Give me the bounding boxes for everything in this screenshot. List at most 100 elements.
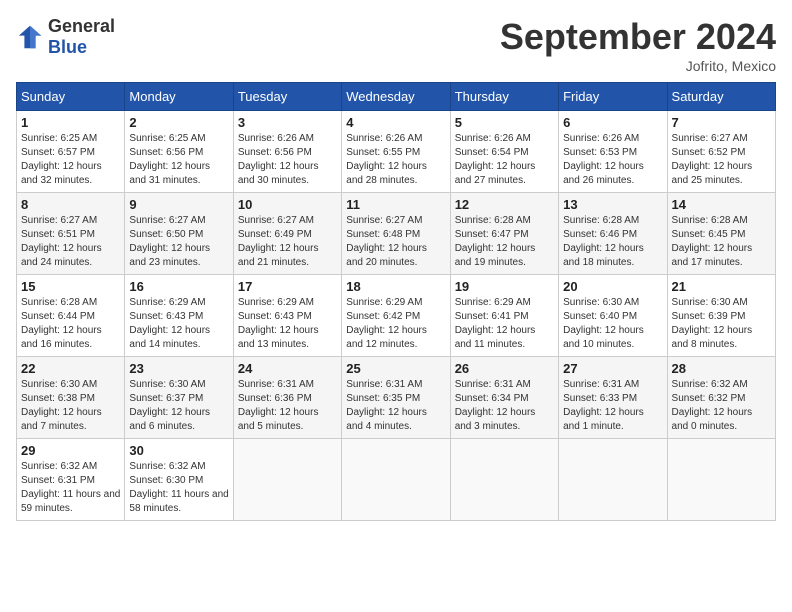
calendar-cell: 4 Sunrise: 6:26 AMSunset: 6:55 PMDaylight… [342, 111, 450, 193]
day-info: Sunrise: 6:26 AMSunset: 6:56 PMDaylight:… [238, 132, 337, 188]
logo-blue: Blue [48, 37, 87, 57]
day-number: 18 [346, 279, 445, 294]
day-number: 9 [129, 197, 228, 212]
col-thursday: Thursday [450, 83, 558, 111]
calendar-cell: 17 Sunrise: 6:29 AMSunset: 6:43 PMDayligh… [233, 275, 341, 357]
day-info: Sunrise: 6:27 AMSunset: 6:49 PMDaylight:… [238, 214, 337, 270]
calendar-cell: 28 Sunrise: 6:32 AMSunset: 6:32 PMDayligh… [667, 357, 775, 439]
day-info: Sunrise: 6:26 AMSunset: 6:54 PMDaylight:… [455, 132, 554, 188]
day-info: Sunrise: 6:31 AMSunset: 6:35 PMDaylight:… [346, 378, 445, 434]
day-info: Sunrise: 6:30 AMSunset: 6:38 PMDaylight:… [21, 378, 120, 434]
calendar-cell: 7 Sunrise: 6:27 AMSunset: 6:52 PMDaylight… [667, 111, 775, 193]
day-number: 2 [129, 115, 228, 130]
day-info: Sunrise: 6:29 AMSunset: 6:41 PMDaylight:… [455, 296, 554, 352]
day-info: Sunrise: 6:31 AMSunset: 6:33 PMDaylight:… [563, 378, 662, 434]
calendar-cell: 3 Sunrise: 6:26 AMSunset: 6:56 PMDaylight… [233, 111, 341, 193]
calendar-cell: 16Sunrise: 6:29 AMSunset: 6:43 PMDayligh… [125, 275, 233, 357]
calendar-cell: 5Sunrise: 6:26 AMSunset: 6:54 PMDaylight… [450, 111, 558, 193]
day-info: Sunrise: 6:30 AMSunset: 6:40 PMDaylight:… [563, 296, 662, 352]
day-info: Sunrise: 6:27 AMSunset: 6:51 PMDaylight:… [21, 214, 120, 270]
calendar-header-row: Sunday Monday Tuesday Wednesday Thursday… [17, 83, 776, 111]
logo-text: General Blue [48, 16, 115, 58]
calendar-cell: 21 Sunrise: 6:30 AMSunset: 6:39 PMDayligh… [667, 275, 775, 357]
logo-general: General [48, 16, 115, 36]
day-info: Sunrise: 6:25 AMSunset: 6:56 PMDaylight:… [129, 132, 228, 188]
col-tuesday: Tuesday [233, 83, 341, 111]
calendar-cell: 14Sunrise: 6:28 AMSunset: 6:45 PMDayligh… [667, 193, 775, 275]
calendar-cell: 18Sunrise: 6:29 AMSunset: 6:42 PMDayligh… [342, 275, 450, 357]
day-number: 20 [563, 279, 662, 294]
day-number: 29 [21, 443, 120, 458]
day-number: 3 [238, 115, 337, 130]
day-number: 26 [455, 361, 554, 376]
calendar-cell: 19 Sunrise: 6:29 AMSunset: 6:41 PMDayligh… [450, 275, 558, 357]
calendar-cell: 9Sunrise: 6:27 AMSunset: 6:50 PMDaylight… [125, 193, 233, 275]
day-info: Sunrise: 6:32 AMSunset: 6:31 PMDaylight:… [21, 460, 120, 516]
calendar-cell [667, 439, 775, 521]
day-info: Sunrise: 6:25 AMSunset: 6:57 PMDaylight:… [21, 132, 120, 188]
day-number: 1 [21, 115, 120, 130]
day-info: Sunrise: 6:28 AMSunset: 6:46 PMDaylight:… [563, 214, 662, 270]
calendar-cell: 1 Sunrise: 6:25 AMSunset: 6:57 PMDaylight… [17, 111, 125, 193]
calendar-table: Sunday Monday Tuesday Wednesday Thursday… [16, 82, 776, 521]
day-info: Sunrise: 6:27 AMSunset: 6:52 PMDaylight:… [672, 132, 771, 188]
day-number: 7 [672, 115, 771, 130]
calendar-cell [233, 439, 341, 521]
day-info: Sunrise: 6:31 AMSunset: 6:36 PMDaylight:… [238, 378, 337, 434]
day-info: Sunrise: 6:27 AMSunset: 6:48 PMDaylight:… [346, 214, 445, 270]
calendar-cell: 11Sunrise: 6:27 AMSunset: 6:48 PMDayligh… [342, 193, 450, 275]
day-number: 13 [563, 197, 662, 212]
page-header: General Blue September 2024 Jofrito, Mex… [16, 16, 776, 74]
day-number: 10 [238, 197, 337, 212]
day-number: 19 [455, 279, 554, 294]
calendar-cell: 10 Sunrise: 6:27 AMSunset: 6:49 PMDayligh… [233, 193, 341, 275]
col-monday: Monday [125, 83, 233, 111]
day-number: 21 [672, 279, 771, 294]
day-number: 16 [129, 279, 228, 294]
week-row-4: 22Sunrise: 6:30 AMSunset: 6:38 PMDayligh… [17, 357, 776, 439]
day-info: Sunrise: 6:30 AMSunset: 6:37 PMDaylight:… [129, 378, 228, 434]
day-info: Sunrise: 6:31 AMSunset: 6:34 PMDaylight:… [455, 378, 554, 434]
day-number: 25 [346, 361, 445, 376]
day-number: 24 [238, 361, 337, 376]
calendar-cell: 24 Sunrise: 6:31 AMSunset: 6:36 PMDayligh… [233, 357, 341, 439]
day-info: Sunrise: 6:28 AMSunset: 6:47 PMDaylight:… [455, 214, 554, 270]
day-number: 23 [129, 361, 228, 376]
calendar-cell: 26 Sunrise: 6:31 AMSunset: 6:34 PMDayligh… [450, 357, 558, 439]
day-info: Sunrise: 6:28 AMSunset: 6:44 PMDaylight:… [21, 296, 120, 352]
location: Jofrito, Mexico [500, 58, 776, 74]
calendar-cell: 13 Sunrise: 6:28 AMSunset: 6:46 PMDayligh… [559, 193, 667, 275]
day-info: Sunrise: 6:32 AMSunset: 6:30 PMDaylight:… [129, 460, 228, 516]
week-row-3: 15Sunrise: 6:28 AMSunset: 6:44 PMDayligh… [17, 275, 776, 357]
day-info: Sunrise: 6:26 AMSunset: 6:53 PMDaylight:… [563, 132, 662, 188]
calendar-cell: 12Sunrise: 6:28 AMSunset: 6:47 PMDayligh… [450, 193, 558, 275]
day-number: 8 [21, 197, 120, 212]
day-info: Sunrise: 6:30 AMSunset: 6:39 PMDaylight:… [672, 296, 771, 352]
day-number: 28 [672, 361, 771, 376]
calendar-cell: 20 Sunrise: 6:30 AMSunset: 6:40 PMDayligh… [559, 275, 667, 357]
calendar-cell [450, 439, 558, 521]
week-row-1: 1 Sunrise: 6:25 AMSunset: 6:57 PMDaylight… [17, 111, 776, 193]
day-number: 4 [346, 115, 445, 130]
col-sunday: Sunday [17, 83, 125, 111]
day-number: 17 [238, 279, 337, 294]
calendar-cell: 30Sunrise: 6:32 AMSunset: 6:30 PMDayligh… [125, 439, 233, 521]
calendar-cell: 15Sunrise: 6:28 AMSunset: 6:44 PMDayligh… [17, 275, 125, 357]
day-info: Sunrise: 6:32 AMSunset: 6:32 PMDaylight:… [672, 378, 771, 434]
day-info: Sunrise: 6:29 AMSunset: 6:43 PMDaylight:… [238, 296, 337, 352]
calendar-cell: 29 Sunrise: 6:32 AMSunset: 6:31 PMDayligh… [17, 439, 125, 521]
calendar-cell: 2 Sunrise: 6:25 AMSunset: 6:56 PMDaylight… [125, 111, 233, 193]
day-number: 27 [563, 361, 662, 376]
calendar-cell: 25 Sunrise: 6:31 AMSunset: 6:35 PMDayligh… [342, 357, 450, 439]
calendar-cell: 23 Sunrise: 6:30 AMSunset: 6:37 PMDayligh… [125, 357, 233, 439]
col-saturday: Saturday [667, 83, 775, 111]
day-info: Sunrise: 6:26 AMSunset: 6:55 PMDaylight:… [346, 132, 445, 188]
day-number: 6 [563, 115, 662, 130]
day-number: 14 [672, 197, 771, 212]
calendar-cell: 27 Sunrise: 6:31 AMSunset: 6:33 PMDayligh… [559, 357, 667, 439]
col-wednesday: Wednesday [342, 83, 450, 111]
title-block: September 2024 Jofrito, Mexico [500, 16, 776, 74]
calendar-cell: 8 Sunrise: 6:27 AMSunset: 6:51 PMDaylight… [17, 193, 125, 275]
month-title: September 2024 [500, 16, 776, 58]
calendar-cell [559, 439, 667, 521]
